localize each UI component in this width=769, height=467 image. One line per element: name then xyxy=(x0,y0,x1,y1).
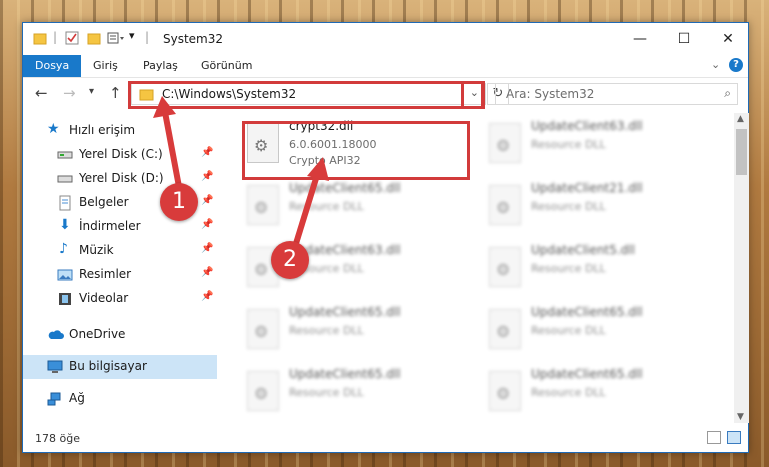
item-count: 178 öğe xyxy=(35,432,80,445)
tab-share[interactable]: Paylaş xyxy=(143,55,178,77)
tab-view[interactable]: Görünüm xyxy=(201,55,252,77)
search-box[interactable]: Ara: System32 ⌕ xyxy=(495,83,738,105)
ribbon-tabs: Dosya Giriş Paylaş Görünüm ⌄ ? xyxy=(23,55,748,78)
file-item[interactable]: ⚙ UpdateClient65.dll Resource DLL xyxy=(481,303,711,363)
help-icon[interactable]: ? xyxy=(729,58,743,72)
file-item[interactable]: ⚙ UpdateClient65.dll Resource DLL xyxy=(239,365,469,421)
file-highlight-box xyxy=(242,121,470,180)
sidebar-item-network[interactable]: Ağ xyxy=(23,387,217,411)
customize-toolbar-icon[interactable]: ▾ xyxy=(129,29,135,45)
network-icon xyxy=(47,391,63,407)
navigation-pane: ★ Hızlı erişim Yerel Disk (C:) 📌 Yerel D… xyxy=(23,113,217,413)
dll-file-icon: ⚙ xyxy=(247,309,279,349)
pin-icon[interactable]: 📌 xyxy=(201,171,213,182)
vertical-scrollbar[interactable]: ▲ ▼ xyxy=(734,113,749,423)
dll-file-icon: ⚙ xyxy=(489,371,521,411)
dll-file-icon: ⚙ xyxy=(489,185,521,225)
dll-file-icon: ⚙ xyxy=(247,185,279,225)
address-highlight-box xyxy=(128,81,484,109)
title-bar: | ▾ | System32 — ☐ ✕ xyxy=(23,23,748,55)
separator-icon: | xyxy=(145,30,150,44)
large-icons-view-icon[interactable] xyxy=(727,431,741,444)
star-icon: ★ xyxy=(47,121,60,137)
drive-icon xyxy=(57,147,73,163)
sidebar-item-videos[interactable]: Videolar 📌 xyxy=(23,287,217,311)
folder-icon xyxy=(33,31,47,47)
recent-locations-icon[interactable]: ▾ xyxy=(89,86,94,97)
sidebar-item-music[interactable]: ♪ Müzik 📌 xyxy=(23,239,217,263)
dll-file-icon: ⚙ xyxy=(247,371,279,411)
file-item[interactable]: ⚙ UpdateClient65.dll Resource DLL xyxy=(239,303,469,363)
pictures-icon xyxy=(57,267,73,283)
sidebar-item-disk-c[interactable]: Yerel Disk (C:) 📌 xyxy=(23,143,217,167)
music-icon: ♪ xyxy=(59,241,68,257)
search-icon: ⌕ xyxy=(724,86,731,100)
expand-ribbon-icon[interactable]: ⌄ xyxy=(711,58,720,71)
drive-icon xyxy=(57,171,73,187)
close-button[interactable]: ✕ xyxy=(706,23,750,55)
pin-icon[interactable]: 📌 xyxy=(201,291,213,302)
search-input[interactable]: Ara: System32 xyxy=(506,87,594,101)
cloud-icon xyxy=(47,327,64,343)
scroll-up-icon[interactable]: ▲ xyxy=(737,114,744,124)
computer-icon xyxy=(47,359,63,375)
tab-file[interactable]: Dosya xyxy=(23,55,82,77)
file-item[interactable]: ⚙ UpdateClient65.dll Resource DLL xyxy=(239,179,469,239)
details-view-icon[interactable] xyxy=(707,431,721,444)
up-arrow-icon[interactable]: ↑ xyxy=(109,84,122,102)
view-menu-icon[interactable] xyxy=(107,31,125,47)
sidebar-item-onedrive[interactable]: OneDrive xyxy=(23,323,217,347)
pin-icon[interactable]: 📌 xyxy=(201,267,213,278)
file-item[interactable]: ⚙ UpdateClient21.dll Resource DLL xyxy=(481,179,711,239)
sidebar-item-this-pc[interactable]: Bu bilgisayar xyxy=(23,355,217,379)
pin-icon[interactable]: 📌 xyxy=(201,243,213,254)
back-arrow-icon[interactable]: ← xyxy=(35,84,48,102)
step-marker-two: 2 xyxy=(271,241,309,279)
file-item[interactable]: ⚙ UpdateClient65.dll Resource DLL xyxy=(481,365,711,421)
explorer-window: | ▾ | System32 — ☐ ✕ Dosya Giriş Paylaş … xyxy=(22,22,749,453)
scroll-down-icon[interactable]: ▼ xyxy=(737,412,744,422)
scrollbar-thumb[interactable] xyxy=(736,129,747,175)
window-title: System32 xyxy=(163,32,224,46)
maximize-button[interactable]: ☐ xyxy=(662,23,706,55)
dll-file-icon: ⚙ xyxy=(489,309,521,349)
videos-icon xyxy=(57,291,73,307)
pin-icon[interactable]: 📌 xyxy=(201,195,213,206)
documents-icon xyxy=(57,195,73,211)
step-marker-one: 1 xyxy=(160,183,198,221)
sidebar-item-quick-access[interactable]: ★ Hızlı erişim xyxy=(23,119,217,143)
forward-arrow-icon[interactable]: → xyxy=(63,84,76,102)
dll-file-icon: ⚙ xyxy=(489,247,521,287)
dropdown-highlight-box xyxy=(461,81,485,109)
file-item[interactable]: ⚙ UpdateClient63.dll Resource DLL xyxy=(481,117,711,177)
pin-icon[interactable]: 📌 xyxy=(201,219,213,230)
properties-icon[interactable] xyxy=(65,31,79,47)
minimize-button[interactable]: — xyxy=(618,23,662,55)
tab-home[interactable]: Giriş xyxy=(93,55,118,77)
pin-icon[interactable]: 📌 xyxy=(201,147,213,158)
dll-file-icon: ⚙ xyxy=(489,123,521,163)
file-item[interactable]: ⚙ UpdateClient5.dll Resource DLL xyxy=(481,241,711,301)
separator-icon: | xyxy=(53,30,58,44)
sidebar-item-pictures[interactable]: Resimler 📌 xyxy=(23,263,217,287)
new-folder-icon[interactable] xyxy=(87,31,101,47)
download-icon: ⬇ xyxy=(59,217,71,233)
